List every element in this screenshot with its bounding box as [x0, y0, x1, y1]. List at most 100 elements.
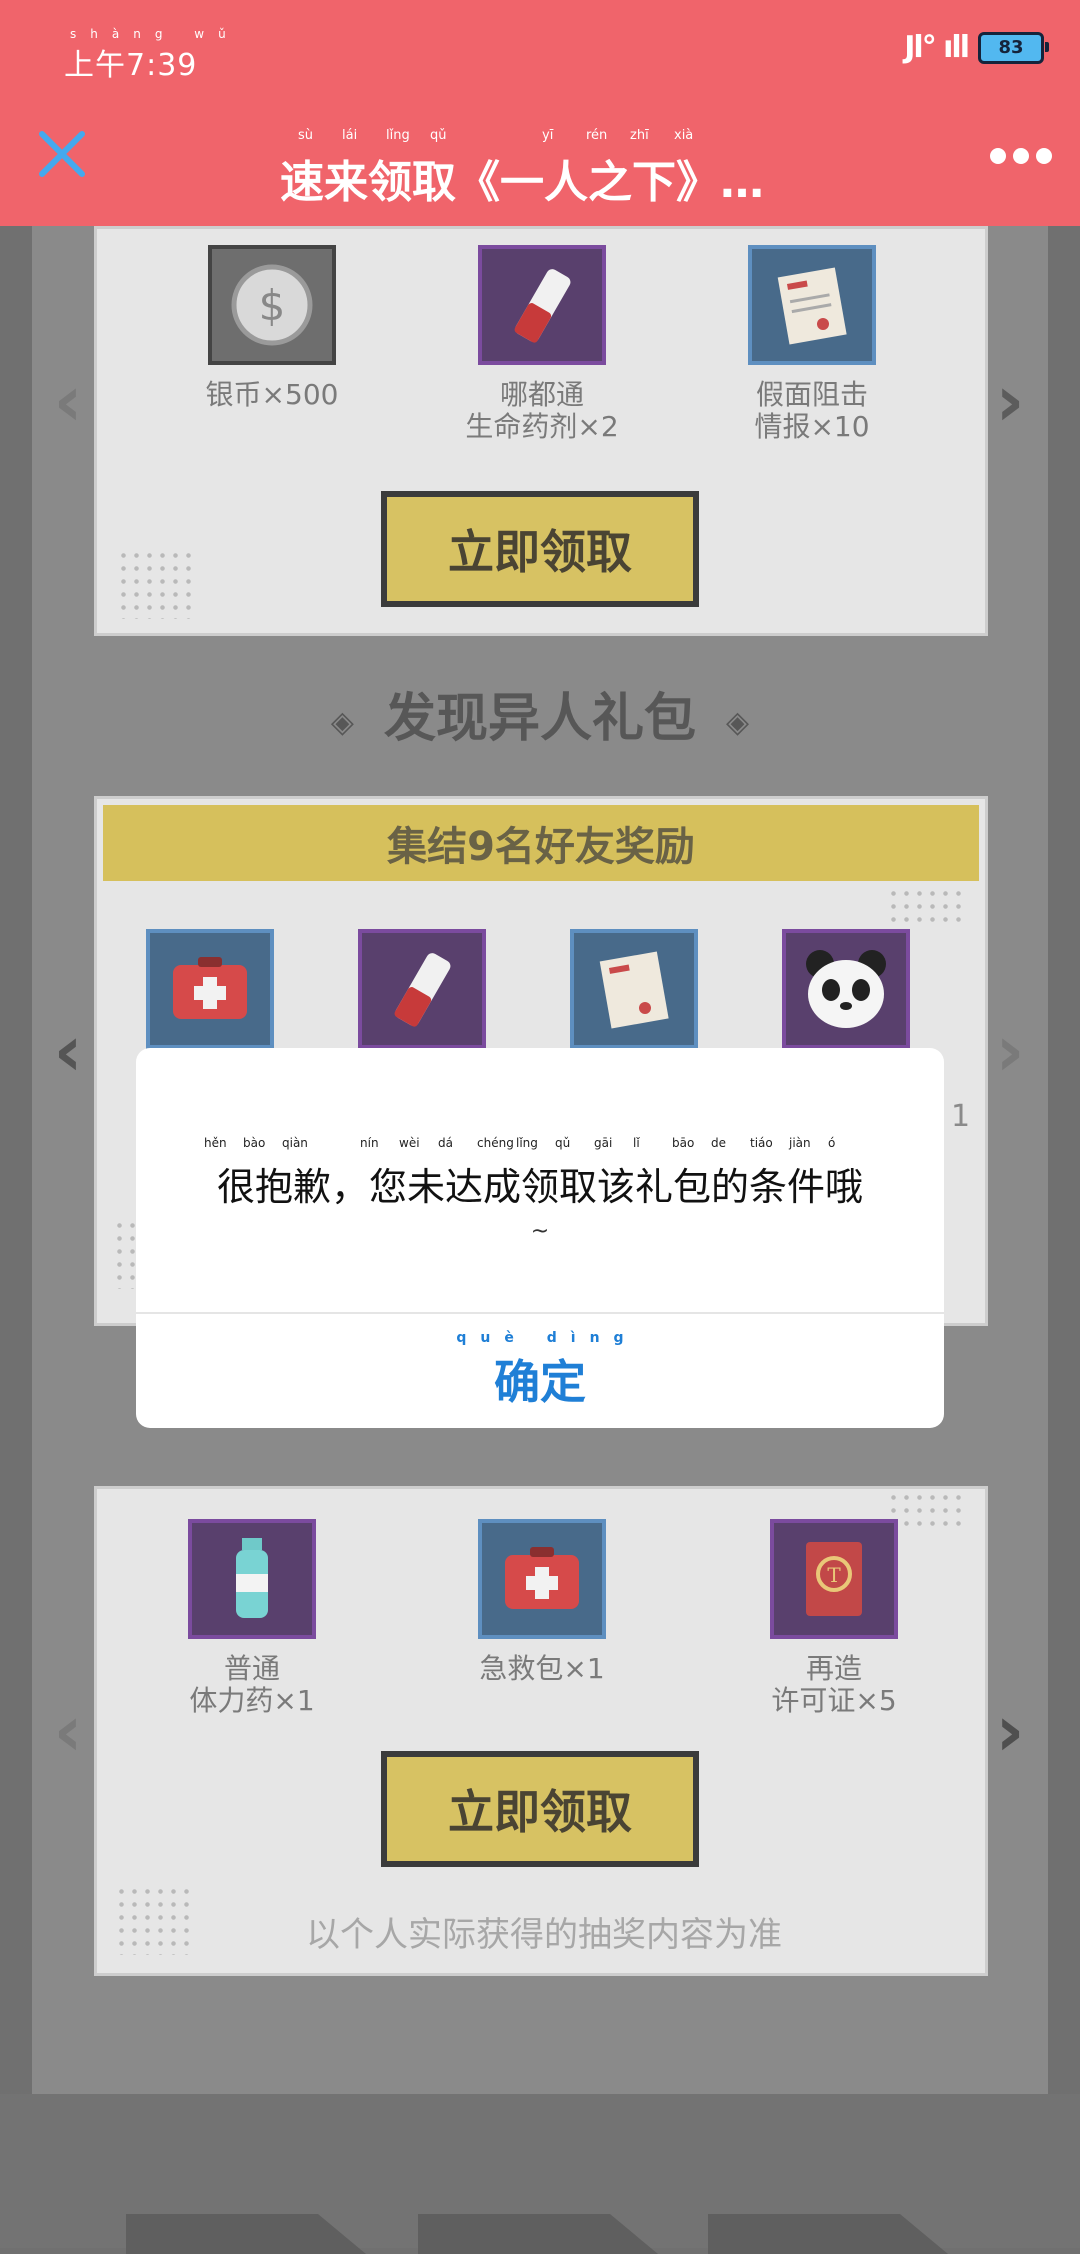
gift-item-line2: 情报×10 [754, 410, 870, 443]
title-pinyin-syllable: zhī [630, 128, 649, 143]
dialog-pinyin-syllable: chéng [477, 1136, 514, 1150]
gift-panel-1: $ 银币×500 哪都通 生命药剂×2 假面阻击 情报×10 立即领取 [94, 226, 988, 636]
dialog-message-pinyin: hěn bào qiàn nín wèi dá chéng lǐng qǔ gāi lǐ bāo de t… [136, 1136, 944, 1152]
diamond-icon: ◈ [726, 705, 750, 740]
gift-item-line1: 再造 [805, 1652, 862, 1685]
status-time-text: 上午7:39 [64, 48, 198, 83]
title-pinyin-syllable: lái [342, 128, 358, 143]
more-dot-icon [1036, 148, 1052, 164]
dialog-pinyin-syllable: gāi [594, 1136, 613, 1150]
confirm-button[interactable]: què dìng 确定 [136, 1314, 944, 1428]
dialog-pinyin-syllable: qiàn [282, 1136, 308, 1150]
gift-item: $ 银币×500 [157, 245, 387, 411]
dialog-pinyin-syllable: tiáo [750, 1136, 773, 1150]
more-dot-icon [1013, 148, 1029, 164]
gift-item-line1: 普通 [223, 1652, 280, 1685]
potion-vial-icon [358, 929, 486, 1049]
gift-item-line2: 生命药剂×2 [465, 410, 619, 443]
gift-item-line1: 假面阻击 [755, 378, 868, 411]
gift-panel-banner: 集结9名好友奖励 [103, 805, 979, 881]
dialog-message-tilde: ~ [530, 1219, 550, 1244]
dialog-pinyin-syllable: hěn [204, 1136, 227, 1150]
gift-item [95, 929, 325, 1063]
first-aid-kit-icon [146, 929, 274, 1049]
gift-item [731, 929, 961, 1063]
battery-icon: 83 [978, 31, 1049, 64]
diamond-icon: ◈ [330, 705, 354, 740]
close-button[interactable] [34, 126, 90, 182]
prev-arrow-icon[interactable]: ‹ [38, 1686, 98, 1776]
claim-button[interactable]: 立即领取 [381, 1751, 699, 1867]
close-icon [39, 131, 85, 177]
title-pinyin-syllable: sù [298, 128, 314, 143]
gift-item: 急救包×1 [427, 1519, 657, 1685]
status-time-pinyin: shàng wǔ [70, 27, 240, 41]
gift-item-name: 银币×500 [205, 378, 339, 411]
title-pinyin-syllable: xià [674, 128, 694, 143]
confirm-label: 确定 [494, 1355, 586, 1409]
dialog-pinyin-syllable: de [711, 1136, 726, 1150]
permit-book-icon: T [770, 1519, 898, 1639]
section-heading: ◈ 发现异人礼包 ◈ [32, 676, 1048, 751]
page-title-pinyin: sù lái lǐng qǔ yī rén zhī xià [280, 128, 820, 144]
gift-item: T 再造 许可证×5 [719, 1519, 949, 1717]
confirm-pinyin: què dìng [456, 1330, 638, 1346]
dialog-pinyin-syllable: jiàn [789, 1136, 811, 1150]
alert-dialog: hěn bào qiàn nín wèi dá chéng lǐng qǔ gāi lǐ bāo de t… [136, 1048, 944, 1428]
dialog-pinyin-syllable: dá [438, 1136, 453, 1150]
intel-document-icon [748, 245, 876, 365]
gift-item: 普通 体力药×1 [137, 1519, 367, 1717]
gift-item [307, 929, 537, 1063]
dialog-pinyin-syllable: nín [360, 1136, 379, 1150]
gift-item-line1: 哪都通 [499, 378, 584, 411]
svg-text:T: T [827, 1563, 841, 1587]
gift-item: 假面阻击 情报×10 [697, 245, 927, 443]
prev-arrow-icon[interactable]: ‹ [38, 356, 98, 446]
first-aid-kit-icon [478, 1519, 606, 1639]
footer-note: 以个人实际获得的抽奖内容为准 [306, 1915, 782, 1955]
prev-arrow-icon[interactable]: ‹ [38, 1006, 98, 1096]
intel-document-icon [570, 929, 698, 1049]
app-header: shàng wǔ 上午7:39 Jl° ıll 83 sù lái lǐng qǔ yī… [0, 0, 1080, 226]
next-arrow-icon[interactable]: › [980, 1686, 1040, 1776]
stamina-drink-icon [188, 1519, 316, 1639]
gift-panel-3: 普通 体力药×1 急救包×1 T 再造 许可证×5 立即领取 以个人实际获得的抽… [94, 1486, 988, 1976]
battery-level: 83 [998, 37, 1024, 58]
title-pinyin-syllable: lǐng [386, 128, 410, 143]
gift-item-name: 急救包×1 [479, 1652, 605, 1685]
page-title: 速来领取《一人之下》… [280, 157, 764, 208]
more-options-button[interactable] [990, 146, 1052, 166]
svg-text:$: $ [259, 281, 286, 330]
page-title-block: sù lái lǐng qǔ yī rén zhī xià 速来领取《一人之下》… [280, 128, 820, 210]
dialog-pinyin-syllable: lǐ [633, 1136, 640, 1150]
status-indicators: Jl° ıll 83 [904, 30, 1049, 65]
dialog-message-block: hěn bào qiàn nín wèi dá chéng lǐng qǔ gāi lǐ bāo de t… [136, 1136, 944, 1244]
next-arrow-icon[interactable]: › [980, 356, 1040, 446]
title-pinyin-syllable: rén [586, 128, 608, 143]
panda-icon [782, 929, 910, 1049]
partial-item-text: 1 [951, 1099, 971, 1134]
claim-button[interactable]: 立即领取 [381, 491, 699, 607]
section-heading-text: 发现异人礼包 [383, 688, 696, 749]
next-arrow-icon[interactable]: › [980, 1006, 1040, 1096]
gift-item-line2: 体力药×1 [189, 1684, 315, 1717]
dialog-message: 很抱歉，您未达成领取该礼包的条件哦 [216, 1165, 863, 1209]
potion-vial-icon [478, 245, 606, 365]
title-pinyin-syllable: qǔ [430, 128, 447, 143]
gift-item-line2: 许可证×5 [771, 1684, 897, 1717]
dialog-pinyin-syllable: bāo [672, 1136, 695, 1150]
decor-dots [117, 549, 197, 619]
dialog-pinyin-syllable: ó [828, 1136, 836, 1150]
silver-coin-icon: $ [208, 245, 336, 365]
title-pinyin-syllable: yī [542, 128, 554, 143]
gift-item [519, 929, 749, 1063]
status-time: shàng wǔ 上午7:39 [64, 28, 240, 84]
more-dot-icon [990, 148, 1006, 164]
dialog-pinyin-syllable: lǐng [516, 1136, 538, 1150]
signal-icon: Jl° ıll [904, 30, 970, 65]
dialog-pinyin-syllable: qǔ [555, 1136, 571, 1150]
dialog-pinyin-syllable: wèi [399, 1136, 420, 1150]
decor-dots [887, 887, 967, 927]
dialog-pinyin-syllable: bào [243, 1136, 266, 1150]
gift-item: 哪都通 生命药剂×2 [427, 245, 657, 443]
